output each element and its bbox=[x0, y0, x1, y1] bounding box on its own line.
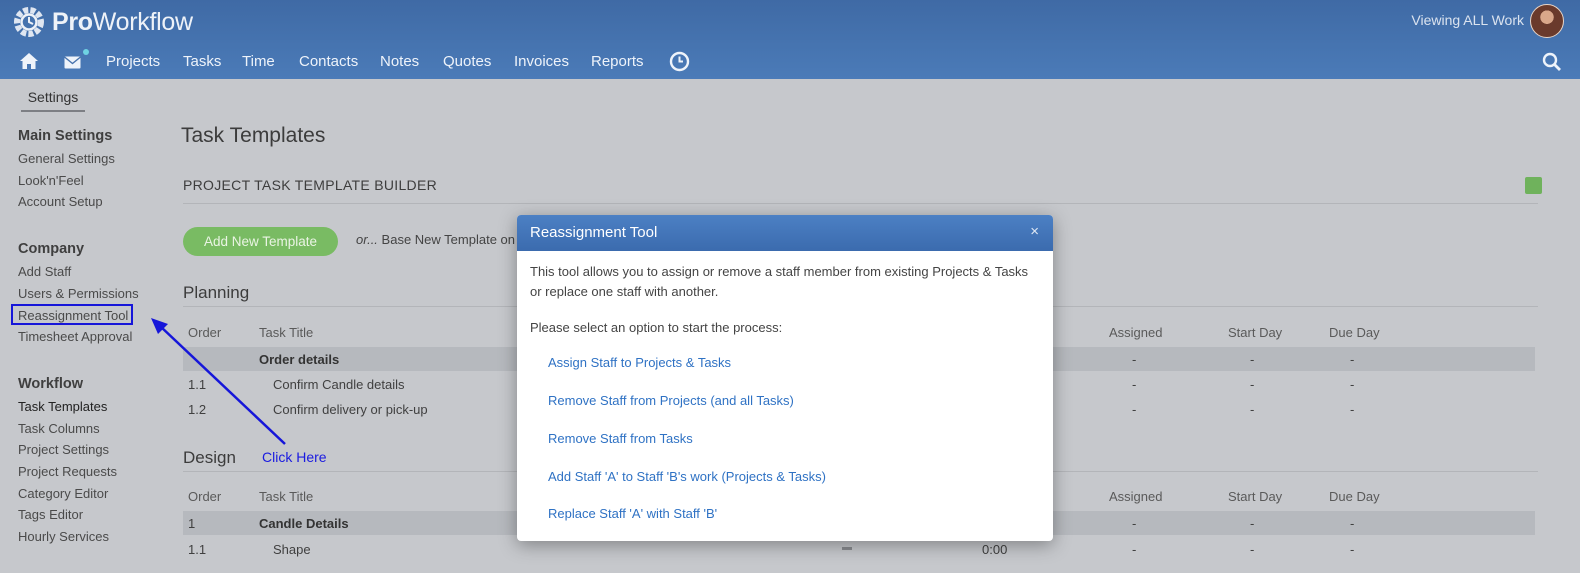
clock-icon[interactable] bbox=[669, 51, 690, 72]
row-assigned: - bbox=[1132, 542, 1137, 557]
nav-notes[interactable]: Notes bbox=[380, 44, 419, 79]
sidebar-item-category-editor[interactable]: Category Editor bbox=[18, 486, 108, 501]
export-icon[interactable] bbox=[1525, 177, 1542, 194]
column-header-due-day: Due Day bbox=[1329, 489, 1380, 504]
annotation-arrow-icon bbox=[151, 318, 286, 445]
nav-quotes[interactable]: Quotes bbox=[443, 44, 491, 79]
column-header-start-day: Start Day bbox=[1228, 489, 1283, 504]
row-assigned: - bbox=[1132, 377, 1137, 392]
row-due-day: - bbox=[1350, 516, 1355, 531]
column-header-assigned: Assigned bbox=[1109, 325, 1163, 340]
divider bbox=[183, 203, 1538, 204]
annotation-label: Click Here bbox=[262, 449, 327, 465]
column-header-assigned: Assigned bbox=[1109, 489, 1163, 504]
reassignment-modal: Reassignment Tool × This tool allows you… bbox=[517, 215, 1053, 541]
row-start-day: - bbox=[1250, 352, 1255, 367]
user-avatar[interactable] bbox=[1530, 4, 1564, 38]
row-start-day: - bbox=[1250, 516, 1255, 531]
row-due-day: - bbox=[1350, 377, 1355, 392]
row-assigned: - bbox=[1132, 402, 1137, 417]
row-start-day: - bbox=[1250, 542, 1255, 557]
close-icon[interactable]: × bbox=[1030, 223, 1039, 240]
column-header-due-day: Due Day bbox=[1329, 325, 1380, 340]
row-assigned: - bbox=[1132, 352, 1137, 367]
row-order: 1.1 bbox=[188, 542, 207, 557]
row-start-day: - bbox=[1250, 377, 1255, 392]
option-add-staff-a-to-b[interactable]: Add Staff 'A' to Staff 'B's work (Projec… bbox=[548, 469, 826, 484]
sidebar-item-tags-editor[interactable]: Tags Editor bbox=[18, 507, 83, 522]
option-assign-staff[interactable]: Assign Staff to Projects & Tasks bbox=[548, 355, 731, 370]
row-order: 1 bbox=[188, 516, 196, 531]
status-dash-icon bbox=[842, 547, 852, 550]
modal-title: Reassignment Tool bbox=[530, 224, 658, 241]
sidebar-item-hourly-services[interactable]: Hourly Services bbox=[18, 529, 109, 544]
column-header-order: Order bbox=[188, 489, 222, 504]
viewing-filter[interactable]: Viewing ALL Work bbox=[1411, 12, 1524, 28]
option-remove-staff-projects[interactable]: Remove Staff from Projects (and all Task… bbox=[548, 393, 794, 408]
base-template-text: or... Base New Template on bbox=[356, 232, 515, 247]
row-due-day: - bbox=[1350, 402, 1355, 417]
row-due-day: - bbox=[1350, 352, 1355, 367]
sidebar-item-project-requests[interactable]: Project Requests bbox=[18, 464, 117, 479]
column-header-task-title: Task Title bbox=[259, 489, 314, 504]
row-due-day: - bbox=[1350, 542, 1355, 557]
modal-intro: This tool allows you to assign or remove… bbox=[530, 264, 1029, 299]
row-start-day: - bbox=[1250, 402, 1255, 417]
modal-prompt: Please select an option to start the pro… bbox=[530, 320, 783, 335]
row-assigned: - bbox=[1132, 516, 1137, 531]
option-replace-staff[interactable]: Replace Staff 'A' with Staff 'B' bbox=[548, 506, 717, 521]
nav-invoices[interactable]: Invoices bbox=[514, 44, 569, 79]
nav-reports[interactable]: Reports bbox=[591, 44, 644, 79]
column-header-start-day: Start Day bbox=[1228, 325, 1283, 340]
row-task-title[interactable]: Shape bbox=[273, 542, 311, 557]
search-icon[interactable] bbox=[1542, 52, 1562, 72]
modal-header: Reassignment Tool × bbox=[517, 215, 1053, 251]
row-time: 0:00 bbox=[982, 542, 1008, 557]
option-remove-staff-tasks[interactable]: Remove Staff from Tasks bbox=[548, 431, 693, 446]
row-task-title[interactable]: Candle Details bbox=[259, 516, 349, 531]
